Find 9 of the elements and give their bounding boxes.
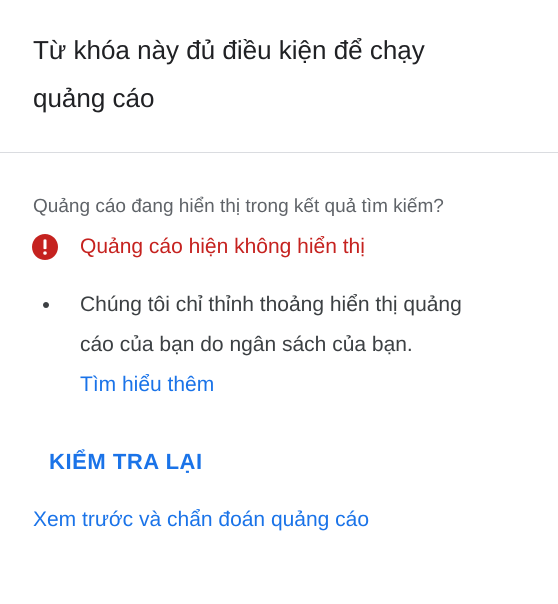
preview-link[interactable]: Xem trước và chẩn đoán quảng cáo bbox=[33, 508, 370, 530]
learn-more-link[interactable]: Tìm hiểu thêm bbox=[80, 372, 214, 396]
reason-text: Chúng tôi chỉ thỉnh thoảng hiển thị quảng cáo của bạn do ngân sách của bạn. Tìm hiểu thêm bbox=[80, 292, 463, 398]
bullet-icon bbox=[43, 302, 49, 308]
status-text: Quảng cáo hiện không hiển thị bbox=[80, 234, 365, 260]
error-icon bbox=[32, 234, 58, 260]
recheck-button[interactable]: KIỂM TRA LẠI bbox=[37, 438, 215, 484]
card-title: Từ khóa này đủ điều kiện để chạy quảng cáo bbox=[33, 34, 426, 115]
question-text: Quảng cáo đang hiển thị trong kết quả tìm kiếm? bbox=[33, 195, 445, 219]
